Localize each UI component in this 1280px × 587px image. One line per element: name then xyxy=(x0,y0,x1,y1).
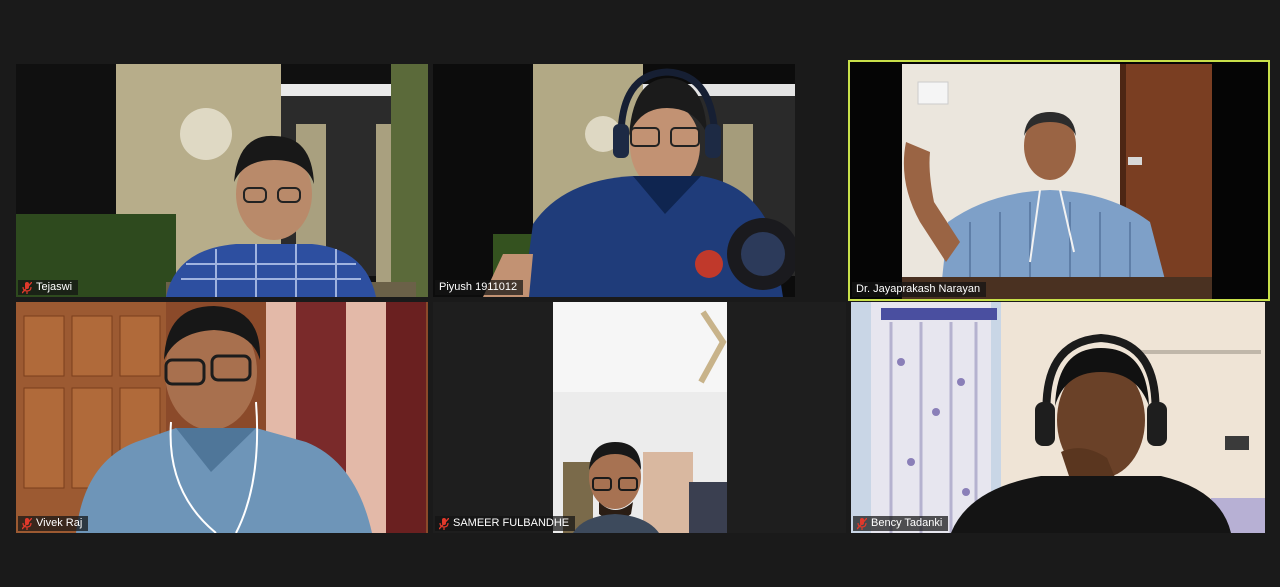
mic-muted-icon xyxy=(439,517,449,530)
video-tile-tejaswi[interactable]: Tejaswi xyxy=(16,64,428,297)
video-feed xyxy=(433,64,795,297)
participant-name-tag: SAMEER FULBANDHE xyxy=(435,516,576,531)
video-tile-vivek[interactable]: Vivek Raj xyxy=(16,302,428,533)
participant-name-tag: Piyush 1911012 xyxy=(435,280,524,295)
participant-name-tag: Dr. Jayaprakash Narayan xyxy=(852,282,987,297)
mic-muted-icon xyxy=(22,281,32,294)
participant-name: Bency Tadanki xyxy=(871,517,943,529)
participant-name-tag: Bency Tadanki xyxy=(853,516,949,531)
video-feed xyxy=(850,62,1268,299)
video-feed xyxy=(433,302,846,533)
participant-name-tag: Vivek Raj xyxy=(18,516,89,531)
participant-name: Vivek Raj xyxy=(36,517,83,529)
mic-muted-icon xyxy=(22,517,32,530)
participant-name: Tejaswi xyxy=(36,281,73,293)
video-feed xyxy=(16,64,428,297)
video-tile-piyush[interactable]: Piyush 1911012 xyxy=(433,64,795,297)
video-feed xyxy=(16,302,428,533)
participant-name-tag: Tejaswi xyxy=(18,280,79,295)
participant-name: SAMEER FULBANDHE xyxy=(453,517,570,529)
participant-name: Dr. Jayaprakash Narayan xyxy=(856,283,981,295)
mic-muted-icon xyxy=(857,517,867,530)
video-tile-bency[interactable]: Bency Tadanki xyxy=(851,302,1265,533)
video-feed xyxy=(851,302,1265,533)
video-tile-sameer[interactable]: SAMEER FULBANDHE xyxy=(433,302,846,533)
participant-name: Piyush 1911012 xyxy=(439,281,518,293)
video-tile-jayaprakash[interactable]: Dr. Jayaprakash Narayan xyxy=(848,60,1270,301)
